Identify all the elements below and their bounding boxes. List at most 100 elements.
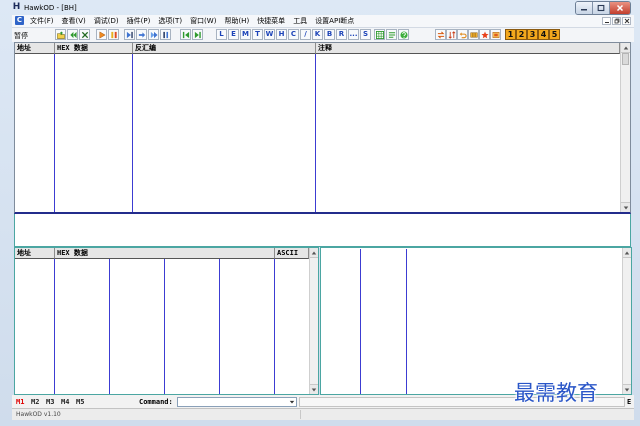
column-divider [360,249,361,394]
quick-button-2[interactable]: 2 [516,29,527,40]
run-trace-window-button[interactable]: ... [348,29,359,40]
scroll-up-button[interactable] [621,43,630,53]
menu-plugins[interactable]: 插件(P) [127,17,151,25]
child-window-controls [602,17,631,25]
scroll-up-button[interactable] [310,248,318,258]
undo-button[interactable] [457,29,468,40]
windows-window-button[interactable]: W [264,29,275,40]
cpu-window-button[interactable]: C [288,29,299,40]
quick-button-5[interactable]: 5 [549,29,560,40]
menu-help[interactable]: 帮助(H) [224,17,249,25]
help-button[interactable] [398,29,409,40]
scroll-down-button[interactable] [623,384,631,394]
undo-icon [459,31,467,38]
disassembly-pane[interactable]: 地址 HEX 数据 反汇编 注释 [14,42,631,214]
list-button[interactable] [386,29,397,40]
memory-window-button[interactable]: M [240,29,251,40]
tab-m1[interactable]: M1 [16,398,26,406]
star-button[interactable] [479,29,490,40]
tab-m5[interactable]: M5 [76,398,86,406]
menu-shortcuts[interactable]: 快捷菜单 [257,17,285,25]
dump-scrollbar[interactable] [309,248,318,394]
help-icon [399,30,408,39]
close-button[interactable] [610,2,630,14]
quick-button-1[interactable]: 1 [505,29,516,40]
menu-file[interactable]: 文件(F) [30,17,54,25]
trace-over-icon [162,31,168,38]
column-header-disassembly[interactable]: 反汇编 [133,43,316,54]
tab-m4[interactable]: M4 [61,398,71,406]
grid-button[interactable] [374,29,385,40]
menu-view[interactable]: 查看(V) [62,17,86,25]
disassembly-scrollbar[interactable] [620,43,630,212]
maximize-button[interactable] [593,2,610,14]
scroll-down-button[interactable] [621,202,630,212]
menu-set-api-breakpoint[interactable]: 设置API断点 [315,17,354,25]
patch-button[interactable] [490,29,501,40]
child-close-button[interactable] [622,17,631,25]
restart-icon [69,31,77,38]
app-window: H HawkOD - [BH] C 文件(F) 查看(V) 调试(D) 插件(P… [0,0,640,426]
column-header-hex[interactable]: HEX 数据 [55,248,275,259]
menu-options[interactable]: 选项(T) [158,17,182,25]
references-window-button[interactable]: R [336,29,347,40]
restart-button[interactable] [67,29,78,40]
minimize-button[interactable] [576,2,593,14]
patches-window-button[interactable]: / [300,29,311,40]
close-program-button[interactable] [79,29,90,40]
quick-button-4[interactable]: 4 [538,29,549,40]
goto-button[interactable] [192,29,203,40]
source-window-button[interactable]: S [360,29,371,40]
execute-till-return-button[interactable] [180,29,191,40]
column-divider [164,259,165,394]
tab-m3[interactable]: M3 [46,398,56,406]
scroll-down-button[interactable] [310,384,318,394]
modules-window-button[interactable]: E [228,29,239,40]
column-header-address[interactable]: 地址 [15,43,55,54]
threads-window-button[interactable]: T [252,29,263,40]
call-stack-window-button[interactable]: K [312,29,323,40]
column-header-hex[interactable]: HEX 数据 [55,43,133,54]
quick-button-3[interactable]: 3 [527,29,538,40]
close-icon [616,4,624,12]
column-divider [219,259,220,394]
scroll-thumb[interactable] [622,53,629,65]
memory-dump-pane[interactable]: 地址 HEX 数据 ASCII [14,247,319,395]
command-dropdown-button[interactable] [287,398,296,406]
memory-button[interactable] [468,29,479,40]
stack-pane[interactable] [320,247,632,395]
log-window-button[interactable]: L [216,29,227,40]
step-into-button[interactable] [124,29,135,40]
title-bar[interactable]: H HawkOD - [BH] [0,0,640,15]
child-minimize-button[interactable] [602,17,611,25]
menu-debug[interactable]: 调试(D) [94,17,119,25]
trace-into-button[interactable] [148,29,159,40]
menu-tools[interactable]: 工具 [293,17,307,25]
sort-button[interactable] [446,29,457,40]
child-restore-button[interactable] [612,17,621,25]
stack-scrollbar[interactable] [622,248,631,394]
menu-items: 文件(F) 查看(V) 调试(D) 插件(P) 选项(T) 窗口(W) 帮助(H… [30,17,354,25]
scroll-up-button[interactable] [623,248,631,258]
column-header-address[interactable]: 地址 [15,248,55,259]
handles-window-button[interactable]: H [276,29,287,40]
star-icon [480,31,489,38]
breakpoints-window-button[interactable]: B [324,29,335,40]
info-pane[interactable] [14,214,631,247]
column-header-comment[interactable]: 注释 [316,43,620,54]
memory-icon [469,32,478,37]
swap-button[interactable] [435,29,446,40]
arrow-up-icon [311,251,317,254]
command-input[interactable] [177,397,297,407]
trace-over-button[interactable] [160,29,171,40]
step-over-button[interactable] [136,29,147,40]
step-toolbar-group [124,29,171,40]
cpu-child-window-icon[interactable]: C [15,16,24,25]
run-button[interactable] [96,29,107,40]
tab-m2[interactable]: M2 [31,398,41,406]
menu-window[interactable]: 窗口(W) [190,17,216,25]
open-button[interactable] [55,29,66,40]
column-header-ascii[interactable]: ASCII [275,248,309,259]
grid-icon [375,30,384,39]
pause-button[interactable] [108,29,119,40]
